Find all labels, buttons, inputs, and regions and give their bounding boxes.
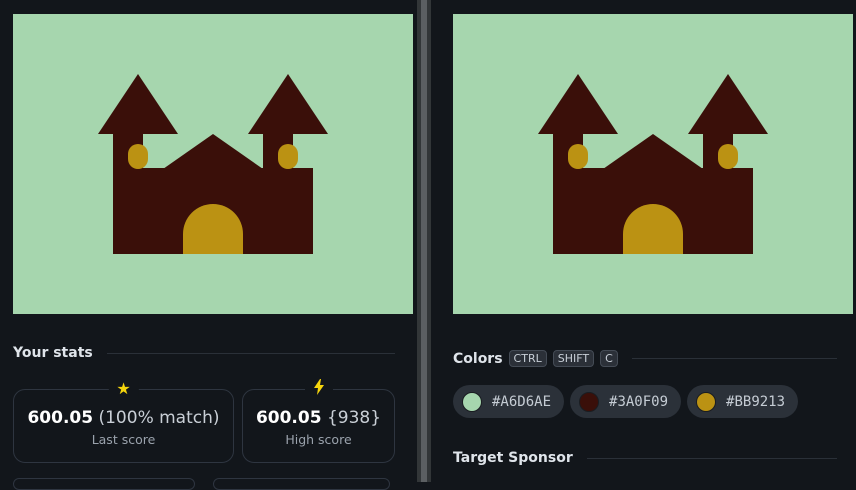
stats-title: Your stats [13,345,93,361]
high-score-card: 600.05 {938} High score [242,379,395,463]
last-score-match: (100% match) [98,408,220,428]
color-swatch[interactable]: #A6D6AE [453,385,565,418]
card-stub [213,478,390,490]
color-swatch-list: #A6D6AE #3A0F09 #BB9213 [453,385,804,418]
color-dot [579,391,600,412]
sponsor-title: Target Sponsor [453,450,573,466]
target-canvas [453,14,853,314]
output-panel: Your stats ★ 600.05 (100% match) Last sc… [0,0,417,490]
last-score-value: 600.05 [27,408,94,428]
shortcut-key-ctrl: CTRL [508,350,547,367]
divider-line [586,457,837,459]
output-canvas [13,14,413,314]
color-dot [696,391,717,412]
castle-target [538,74,768,254]
lightning-icon [304,379,333,400]
color-dot [462,391,482,412]
high-score-value: 600.05 [255,408,322,428]
color-swatch[interactable]: #BB9213 [687,385,799,418]
color-hex: #BB9213 [726,393,786,410]
divider-line [106,352,395,354]
shortcut-key-c: C [600,350,618,367]
star-icon: ★ [108,379,139,399]
castle-drawing [98,74,328,254]
high-score-extra: {938} [326,408,382,428]
last-score-label: Last score [91,432,156,447]
colors-title: Colors [453,350,503,367]
divider-line [631,358,837,359]
panel-resize-handle[interactable] [417,0,431,482]
sponsor-header: Target Sponsor [453,450,837,466]
color-hex: #3A0F09 [609,393,669,410]
target-panel: Colors CTRL SHIFT C #A6D6AE #3A0F09 #BB9… [431,0,856,482]
colors-header: Colors CTRL SHIFT C [453,350,837,367]
color-swatch[interactable]: #3A0F09 [570,385,682,418]
last-score-card: ★ 600.05 (100% match) Last score [13,379,234,463]
card-stub [13,478,195,490]
stats-header: Your stats [13,345,395,361]
shortcut-key-shift: SHIFT [552,350,595,367]
high-score-label: High score [285,432,352,447]
color-hex: #A6D6AE [492,393,552,410]
